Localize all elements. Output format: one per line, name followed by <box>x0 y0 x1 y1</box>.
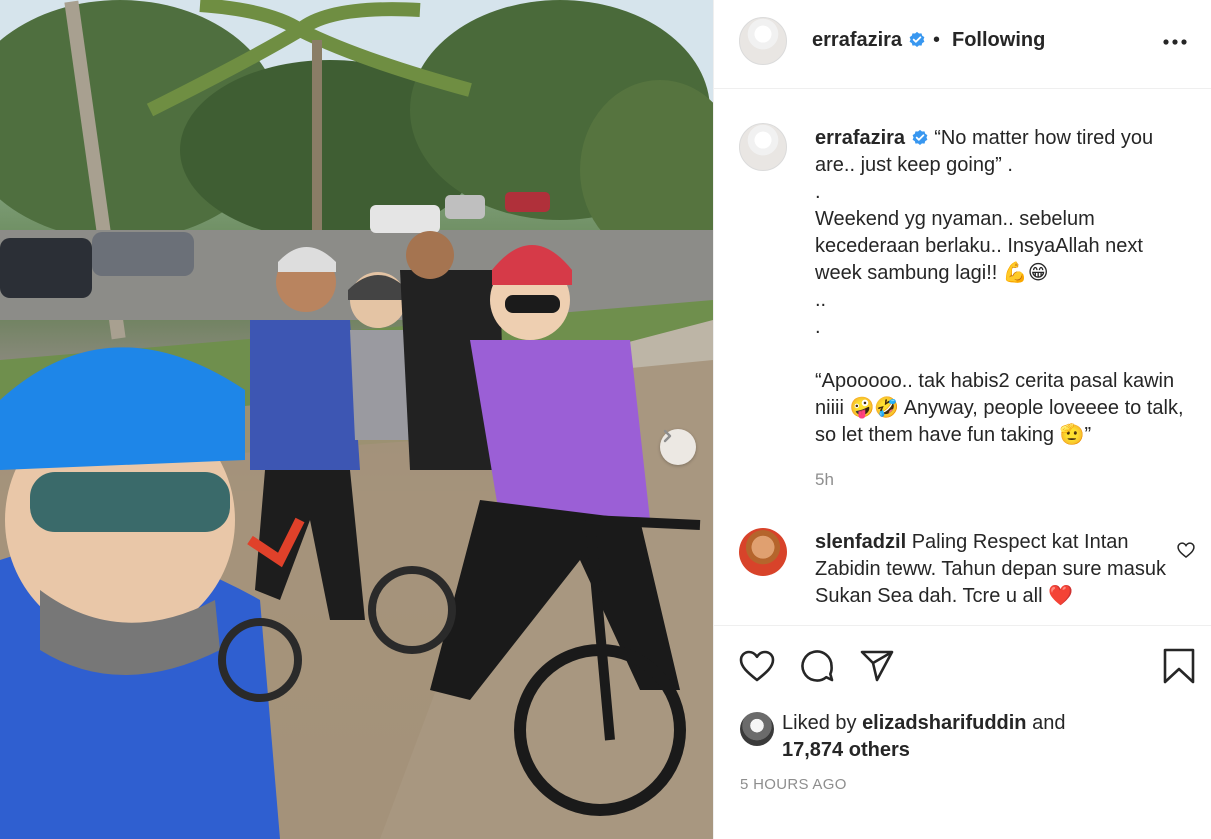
post-header: errafazira • Following <box>714 0 1211 89</box>
next-photo-button[interactable] <box>660 429 696 465</box>
liker-avatar[interactable] <box>740 712 774 746</box>
heart-icon[interactable] <box>738 647 776 685</box>
post-photo[interactable] <box>0 0 713 839</box>
caption-line-1: errafazira “No matter how tired you are.… <box>815 125 1195 179</box>
action-bar: Liked by elizadsharifuddin and 17,874 ot… <box>714 625 1211 839</box>
author-username[interactable]: errafazira <box>812 29 902 51</box>
likes-and: and <box>1032 712 1066 734</box>
caption-section: errafazira “No matter how tired you are.… <box>714 89 1211 625</box>
post-timestamp[interactable]: 5 HOURS AGO <box>740 776 847 793</box>
caption-line-2: . <box>815 181 821 203</box>
caption-author-avatar[interactable] <box>739 123 787 171</box>
author-avatar[interactable] <box>739 17 787 65</box>
more-icon <box>1163 39 1187 45</box>
caption-line-6 <box>815 341 1195 368</box>
post-side-panel: errafazira • Following errafazira “No ma… <box>713 0 1211 839</box>
share-icon[interactable] <box>858 647 896 685</box>
following-button[interactable]: Following <box>952 29 1045 52</box>
next-arrow-icon <box>663 429 672 443</box>
likes-count[interactable]: 17,874 others <box>782 739 910 761</box>
separator-dot: • <box>933 29 941 51</box>
verified-icon <box>912 129 928 146</box>
comment-icon[interactable] <box>798 647 836 685</box>
commenter-username[interactable]: slenfadzil <box>815 531 906 553</box>
comment-text: slenfadzil Paling Respect kat Intan Zabi… <box>815 529 1175 610</box>
caption-line-4: .. <box>815 289 827 311</box>
verified-icon <box>909 31 925 48</box>
likes-prefix: Liked by <box>782 712 857 734</box>
comment-like-icon[interactable] <box>1176 540 1196 560</box>
more-options-button[interactable] <box>1162 30 1188 54</box>
liker-username[interactable]: elizadsharifuddin <box>862 712 1026 734</box>
author-username-link[interactable]: errafazira <box>812 29 926 52</box>
caption-time[interactable]: 5h <box>815 470 834 490</box>
commenter-avatar[interactable] <box>739 528 787 576</box>
likes-text: Liked by elizadsharifuddin and 17,874 ot… <box>782 710 1162 764</box>
save-icon[interactable] <box>1160 647 1198 685</box>
caption-text: errafazira “No matter how tired you are.… <box>815 125 1195 449</box>
caption-username[interactable]: errafazira <box>815 127 905 149</box>
caption-line-5: . <box>815 316 821 338</box>
cycling-selfie-image <box>0 0 713 839</box>
caption-line-7: “Apooooo.. tak habis2 cerita pasal kawin… <box>815 370 1184 446</box>
caption-line-3: Weekend yg nyaman.. sebelum kecederaan b… <box>815 208 1143 284</box>
